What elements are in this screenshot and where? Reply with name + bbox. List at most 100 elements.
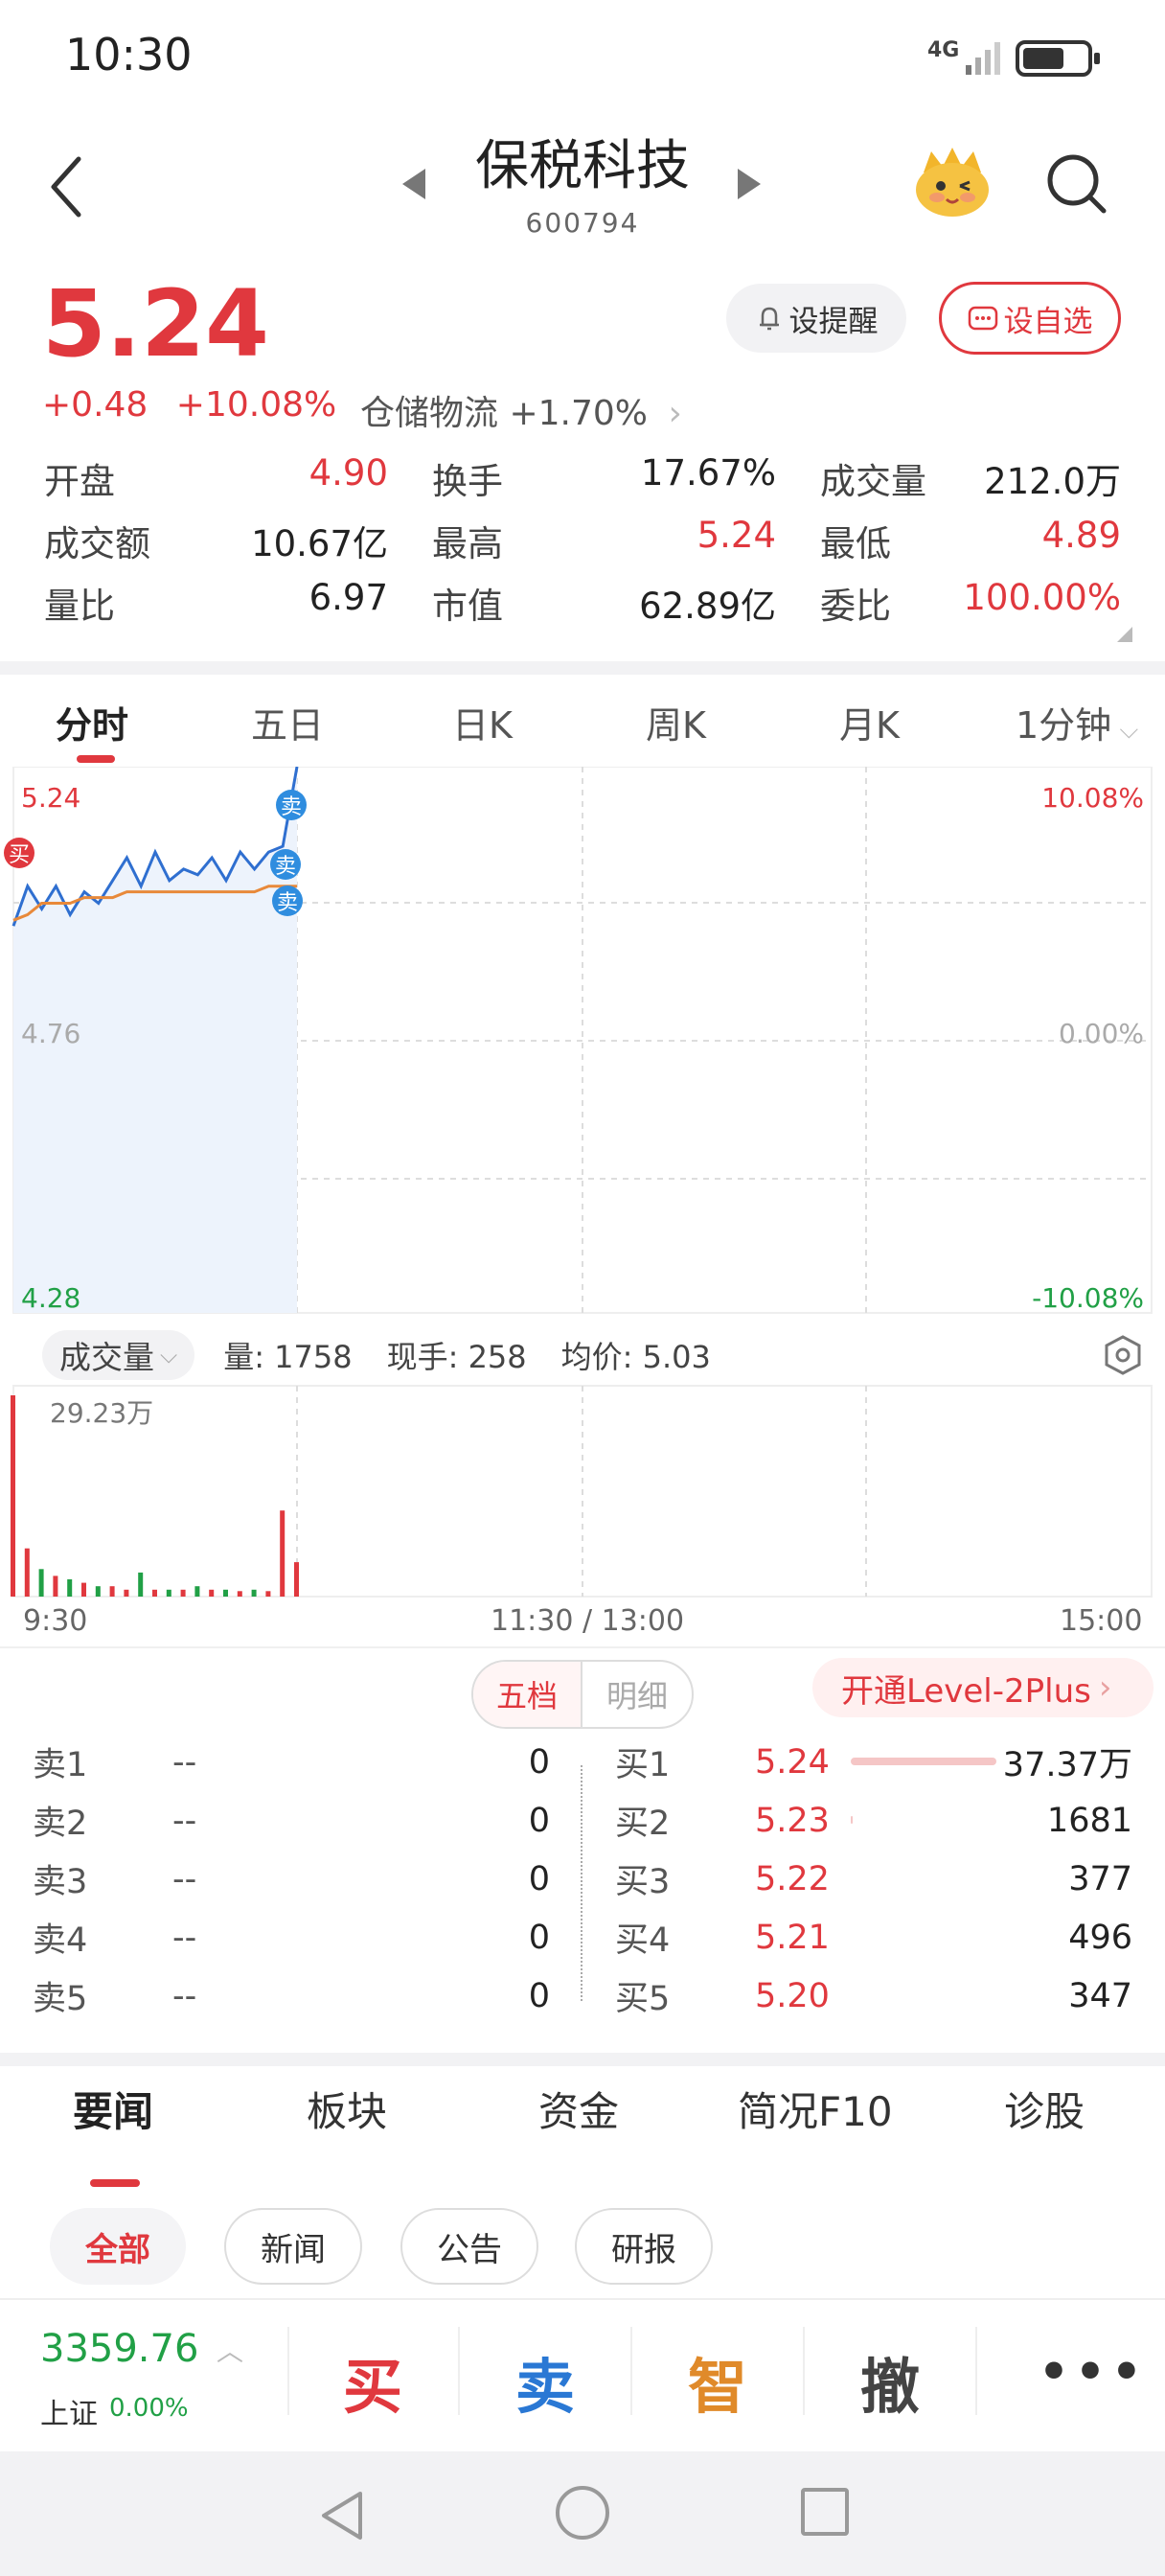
stat-row: 量比 6.97 市值 62.89亿 委比 100.00% [44, 571, 1121, 633]
buy-button[interactable]: 买 [343, 2338, 402, 2425]
bid-row[interactable]: 买5 5.20 347 [615, 1966, 1132, 2025]
status-time: 10:30 [65, 29, 193, 80]
stat-row: 成交额 10.67亿 最高 5.24 最低 4.89 [44, 509, 1121, 571]
tab-monthly-k[interactable]: 月K [839, 696, 900, 748]
filter-announcement[interactable]: 公告 [400, 2208, 538, 2285]
chevron-up-icon[interactable]: ︿ [217, 2331, 243, 2369]
smart-button[interactable]: 智 [688, 2338, 747, 2425]
average-price: 均价: 5.03 [560, 1339, 711, 1375]
level-name: 买3 [615, 1863, 671, 1901]
intraday-chart[interactable]: 5.24 4.76 4.28 10.08% 0.00% -10.08% 买 卖 … [0, 767, 1165, 1610]
volume-max-label: 29.23万 [50, 1397, 153, 1429]
bid-row[interactable]: 买3 5.22 377 [615, 1850, 1132, 1908]
add-watchlist-button[interactable]: 设自选 [939, 282, 1121, 355]
orderbook-toggle: 五档 明细 [471, 1660, 694, 1729]
search-icon[interactable] [1044, 151, 1109, 217]
tab-capital[interactable]: 资金 [538, 2080, 619, 2138]
ask-row[interactable]: 卖3 -- 0 [33, 1850, 550, 1908]
level-name: 买4 [615, 1921, 671, 1960]
ask-row[interactable]: 卖4 -- 0 [33, 1908, 550, 1966]
stat-value: 62.89亿 [639, 585, 776, 627]
level-volume: 0 [528, 1976, 550, 2015]
bid-row[interactable]: 买1 5.24 37.37万 [615, 1733, 1132, 1791]
level-volume: 0 [528, 1801, 550, 1840]
current-hand: 现手: 258 [386, 1339, 527, 1375]
level-name: 卖4 [33, 1921, 88, 1960]
expand-corner-icon[interactable] [1117, 627, 1132, 642]
ask-row[interactable]: 卖1 -- 0 [33, 1733, 550, 1791]
sector-name: 仓储物流 [360, 394, 499, 433]
tab-five-levels[interactable]: 五档 [473, 1662, 582, 1727]
tab-intraday[interactable]: 分时 [56, 696, 128, 748]
bid-row[interactable]: 买4 5.21 496 [615, 1908, 1132, 1966]
sector-change: +1.70% [509, 394, 648, 433]
set-reminder-button[interactable]: 设提醒 [726, 284, 906, 353]
index-name: 上证 [40, 2398, 98, 2431]
news-tabs: 要闻 板块 资金 简况F10 诊股 [0, 2080, 1165, 2166]
stat-label: 量比 [44, 585, 115, 627]
level-name: 卖3 [33, 1863, 88, 1901]
buy-marker-label: 买 [9, 843, 30, 867]
tab-profile-f10[interactable]: 简况F10 [738, 2080, 893, 2138]
stat-label: 成交量 [820, 460, 926, 502]
stat-value: 100.00% [963, 576, 1121, 618]
tab-daily-k[interactable]: 日K [452, 696, 513, 748]
divider [0, 2053, 1165, 2066]
ask-row[interactable]: 卖5 -- 0 [33, 1966, 550, 2025]
sell-marker-1[interactable]: 卖 [276, 790, 307, 820]
settings-icon[interactable] [1102, 1334, 1144, 1376]
level-volume: 0 [528, 1742, 550, 1782]
level2-upgrade-button[interactable]: 开通Level-2Plus › [812, 1658, 1154, 1717]
level-name: 买5 [615, 1980, 671, 2018]
bid-row[interactable]: 买2 5.23 1681 [615, 1791, 1132, 1850]
nav-back-icon[interactable] [316, 2488, 368, 2543]
cancel-order-button[interactable]: 撤 [860, 2338, 920, 2425]
index-value[interactable]: 3359.76 [40, 2327, 198, 2371]
nav-home-icon[interactable] [556, 2486, 609, 2540]
level-price: -- [172, 1918, 197, 1957]
buy-marker[interactable]: 买 [4, 838, 34, 868]
tab-headlines[interactable]: 要闻 [73, 2080, 153, 2138]
volume-bar [95, 1586, 101, 1597]
stat-cell: 市值 62.89亿 [432, 577, 820, 629]
stat-cell: 最高 5.24 [432, 515, 820, 566]
y-top-pct: 10.08% [1041, 782, 1144, 814]
stat-label: 换手 [432, 460, 503, 502]
y-bottom-pct: -10.08% [1032, 1282, 1144, 1314]
nav-recent-icon[interactable] [801, 2488, 849, 2536]
next-stock-icon[interactable] [738, 169, 761, 199]
mascot-icon[interactable] [910, 144, 994, 220]
tab-sector[interactable]: 板块 [307, 2080, 387, 2138]
change-percent: +10.08% [175, 385, 337, 425]
index-percent: 0.00% [109, 2394, 189, 2423]
ask-row[interactable]: 卖2 -- 0 [33, 1791, 550, 1850]
ask-levels: 卖1 -- 0 卖2 -- 0 卖3 -- 0 卖4 -- 0 卖5 -- 0 [33, 1733, 550, 2025]
filter-news[interactable]: 新闻 [224, 2208, 362, 2285]
sell-button[interactable]: 卖 [515, 2338, 575, 2425]
divider [458, 2327, 460, 2415]
level-name: 卖2 [33, 1805, 88, 1843]
tab-weekly-k[interactable]: 周K [646, 696, 706, 748]
divider [0, 661, 1165, 675]
level-name: 买2 [615, 1805, 671, 1843]
change-amount: +0.48 [42, 385, 148, 425]
more-icon[interactable]: ••• [1039, 2344, 1148, 2400]
filter-all[interactable]: 全部 [50, 2208, 186, 2285]
filter-research[interactable]: 研报 [575, 2208, 713, 2285]
y-mid-pct: 0.00% [1059, 1018, 1144, 1049]
sell-marker-2[interactable]: 卖 [270, 849, 301, 880]
tab-details[interactable]: 明细 [582, 1662, 692, 1727]
volume-bar [53, 1576, 58, 1597]
stat-label: 市值 [432, 585, 503, 627]
sell-marker-3[interactable]: 卖 [272, 886, 303, 916]
sector-link[interactable]: 仓储物流 +1.70% › [360, 385, 682, 435]
tab-five-day[interactable]: 五日 [251, 696, 324, 748]
chart-period-tabs: 分时 五日 日K 周K 月K 1分钟 ⌵ [0, 682, 1165, 759]
tab-diagnose[interactable]: 诊股 [1004, 2080, 1085, 2138]
volume-selector[interactable]: 成交量 ⌵ [42, 1330, 195, 1380]
divider [287, 2327, 289, 2415]
tab-one-minute[interactable]: 1分钟 ⌵ [1016, 696, 1138, 748]
set-reminder-label: 设提醒 [788, 304, 879, 339]
stat-value: 5.24 [697, 514, 776, 556]
volume-bar [81, 1582, 86, 1597]
